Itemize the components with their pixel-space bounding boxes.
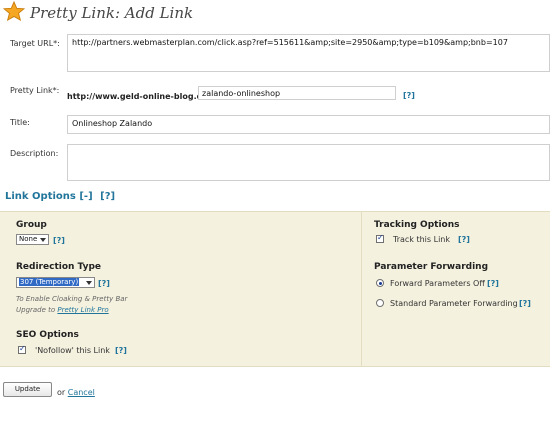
radio-dot-icon bbox=[378, 281, 382, 285]
redirection-select[interactable]: 307 (Temporary) bbox=[16, 277, 95, 288]
link-options-title: Link Options bbox=[5, 191, 76, 202]
pretty-link-slug-field[interactable]: zalando-onlineshop bbox=[198, 86, 396, 100]
target-url-value: http://partners.webmasterplan.com/click.… bbox=[72, 38, 508, 47]
or-text: or bbox=[57, 388, 66, 397]
track-link-checkbox[interactable]: ✓ bbox=[376, 233, 384, 243]
standard-forwarding-label: Standard Parameter Forwarding bbox=[390, 299, 518, 308]
pretty-link-slug-value: zalando-onlineshop bbox=[202, 89, 281, 98]
checkmark-icon: ✓ bbox=[19, 344, 26, 353]
group-select-value: None bbox=[19, 235, 38, 243]
upgrade-note: Upgrade to Pretty Link Pro bbox=[16, 306, 109, 314]
redirection-help-link[interactable]: [?] bbox=[98, 279, 110, 288]
group-select[interactable]: None bbox=[16, 234, 49, 245]
description-label: Description: bbox=[10, 149, 59, 158]
seo-heading: SEO Options bbox=[16, 330, 79, 340]
target-url-field[interactable]: http://partners.webmasterplan.com/click.… bbox=[67, 34, 550, 72]
checkmark-icon: ✓ bbox=[377, 233, 384, 242]
pretty-link-prefix: http://www.geld-online-blog.de/ bbox=[67, 92, 211, 101]
nofollow-checkbox[interactable]: ✓ bbox=[18, 344, 26, 354]
actions-row: or Cancel bbox=[57, 388, 95, 397]
update-button[interactable]: Update bbox=[3, 382, 52, 397]
link-options-toggle[interactable]: [-] bbox=[79, 191, 92, 202]
forward-off-help-link[interactable]: [?] bbox=[487, 279, 499, 288]
standard-forwarding-radio[interactable] bbox=[376, 299, 384, 307]
cancel-link[interactable]: Cancel bbox=[68, 388, 95, 397]
page-title: Pretty Link: Add Link bbox=[30, 4, 194, 22]
track-link-help-link[interactable]: [?] bbox=[458, 235, 470, 244]
forward-off-radio[interactable] bbox=[376, 279, 384, 287]
tracking-heading: Tracking Options bbox=[374, 220, 460, 230]
track-link-label: Track this Link bbox=[393, 235, 450, 244]
link-options-heading: Link Options [-] [?] bbox=[5, 191, 115, 202]
chevron-down-icon bbox=[40, 238, 46, 242]
forward-off-label: Forward Parameters Off bbox=[390, 279, 485, 288]
nofollow-label: 'Nofollow' this Link bbox=[35, 346, 110, 355]
panel-divider bbox=[361, 211, 362, 366]
chevron-down-icon bbox=[86, 281, 92, 285]
pretty-link-help-link[interactable]: [?] bbox=[403, 91, 415, 100]
pretty-link-label: Pretty Link*: bbox=[10, 86, 60, 95]
title-field[interactable]: Onlineshop Zalando bbox=[67, 115, 550, 134]
nofollow-help-link[interactable]: [?] bbox=[115, 346, 127, 355]
pretty-link-pro-link[interactable]: Pretty Link Pro bbox=[57, 306, 108, 314]
target-url-label: Target URL*: bbox=[10, 39, 60, 48]
description-field[interactable] bbox=[67, 144, 550, 181]
upgrade-note-prefix: Upgrade to bbox=[16, 306, 58, 314]
group-heading: Group bbox=[16, 220, 47, 230]
star-icon bbox=[3, 1, 25, 21]
title-value: Onlineshop Zalando bbox=[72, 119, 153, 128]
cloaking-note: To Enable Cloaking & Pretty Bar bbox=[16, 295, 128, 303]
standard-forwarding-help-link[interactable]: [?] bbox=[519, 299, 531, 308]
title-label: Title: bbox=[10, 118, 30, 127]
link-options-help-link[interactable]: [?] bbox=[100, 191, 115, 202]
redirection-select-value: 307 (Temporary) bbox=[19, 278, 80, 286]
group-help-link[interactable]: [?] bbox=[53, 236, 65, 245]
redirection-heading: Redirection Type bbox=[16, 262, 102, 272]
forwarding-heading: Parameter Forwarding bbox=[374, 262, 489, 272]
